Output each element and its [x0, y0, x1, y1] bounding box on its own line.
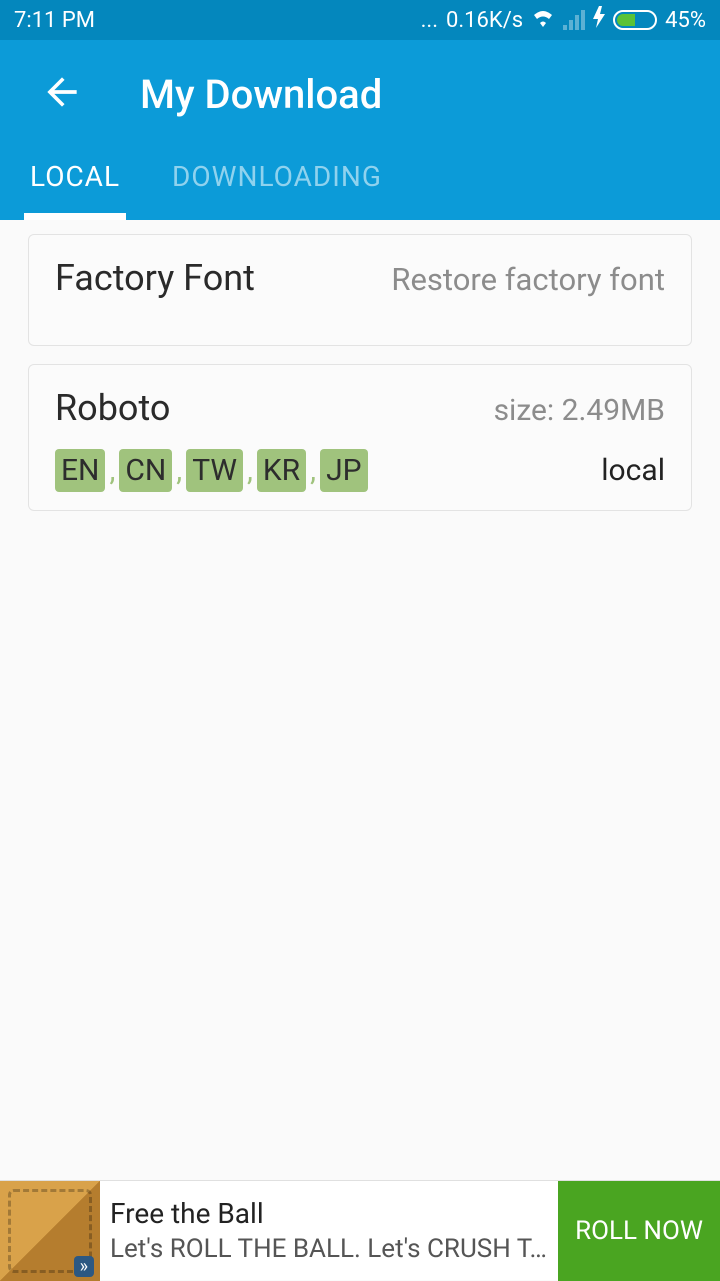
ad-cta-button[interactable]: ROLL NOW	[558, 1181, 720, 1281]
ad-title: Free the Ball	[110, 1197, 548, 1230]
tag-cn: CN	[119, 449, 172, 492]
page-title: My Download	[140, 71, 382, 118]
roboto-title: Roboto	[55, 387, 170, 429]
ad-text: Free the Ball Let's ROLL THE BALL. Let's…	[100, 1191, 558, 1270]
tag-en: EN	[55, 449, 105, 492]
content-area: Factory Font Restore factory font Roboto…	[0, 220, 720, 543]
back-arrow-icon[interactable]	[40, 70, 84, 118]
status-dots: ...	[421, 8, 438, 33]
factory-font-card[interactable]: Factory Font Restore factory font	[28, 234, 692, 346]
tag-jp: JP	[320, 449, 367, 492]
status-speed: 0.16K/s	[446, 8, 523, 33]
card-header: Factory Font Restore factory font	[55, 257, 665, 299]
ad-app-icon	[0, 1181, 100, 1281]
language-tags: EN, CN, TW, KR, JP	[55, 449, 368, 492]
title-bar: My Download	[0, 40, 720, 146]
tag-kr: KR	[257, 449, 306, 492]
factory-font-title: Factory Font	[55, 257, 255, 299]
signal-icon	[563, 10, 585, 30]
ad-subtitle: Let's ROLL THE BALL. Let's CRUSH T…	[110, 1234, 548, 1264]
roboto-card[interactable]: Roboto size: 2.49MB EN, CN, TW, KR, JP l…	[28, 364, 692, 511]
tag-separator: ,	[247, 453, 253, 488]
battery-icon	[613, 10, 657, 30]
tag-tw: TW	[186, 449, 243, 492]
wifi-icon	[531, 7, 555, 33]
tag-separator: ,	[310, 453, 316, 488]
status-bar: 7:11 PM ... 0.16K/s 45%	[0, 0, 720, 40]
status-right: ... 0.16K/s 45%	[421, 6, 706, 34]
app-bar: My Download LOCAL DOWNLOADING	[0, 40, 720, 220]
tab-local[interactable]: LOCAL	[24, 146, 126, 220]
ad-banner[interactable]: Free the Ball Let's ROLL THE BALL. Let's…	[0, 1180, 720, 1280]
charging-icon	[593, 6, 605, 34]
roboto-size: size: 2.49MB	[494, 393, 665, 428]
tab-bar: LOCAL DOWNLOADING	[0, 146, 720, 220]
tag-separator: ,	[109, 453, 115, 488]
restore-factory-font-label: Restore factory font	[391, 261, 665, 298]
roboto-status: local	[601, 453, 665, 488]
tab-downloading[interactable]: DOWNLOADING	[166, 146, 388, 220]
battery-percent: 45%	[665, 8, 706, 33]
roboto-tags-row: EN, CN, TW, KR, JP local	[55, 449, 665, 492]
tag-separator: ,	[176, 453, 182, 488]
card-header: Roboto size: 2.49MB	[55, 387, 665, 429]
status-time: 7:11 PM	[14, 8, 95, 33]
